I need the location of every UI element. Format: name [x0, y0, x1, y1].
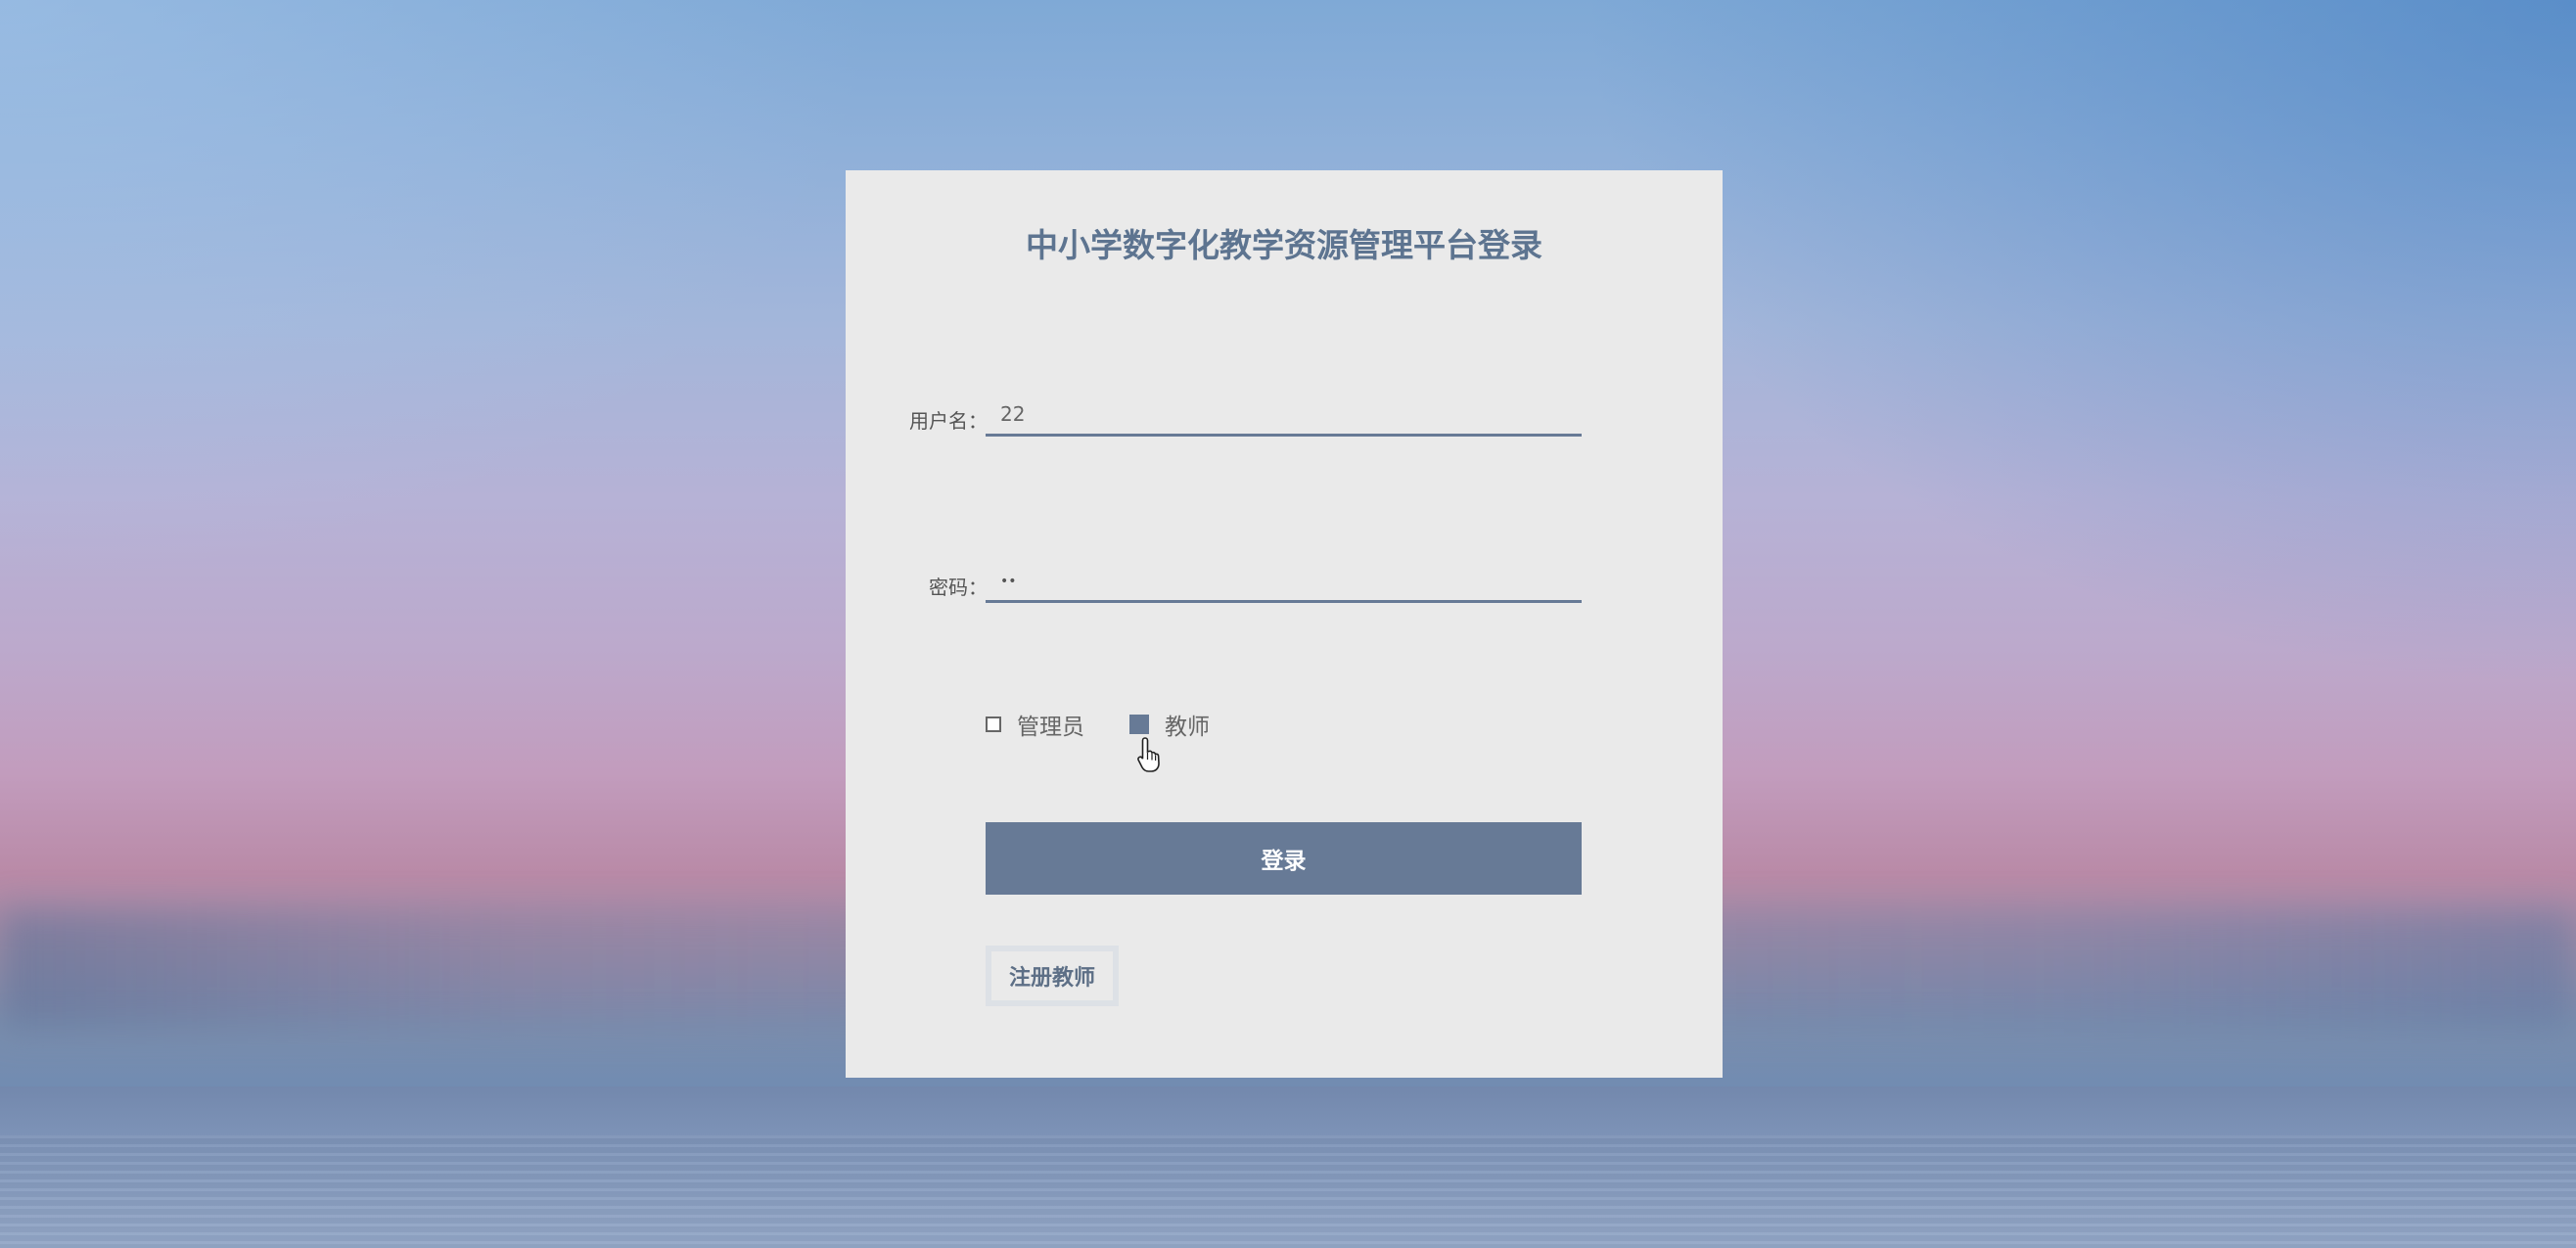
admin-checkbox[interactable] — [986, 716, 1001, 732]
page-title: 中小学数字化教学资源管理平台登录 — [1026, 226, 1542, 264]
register-teacher-button[interactable]: 注册教师 — [986, 946, 1119, 1006]
role-option-admin[interactable]: 管理员 — [986, 708, 1084, 741]
hand-pointer-icon — [1137, 737, 1160, 772]
password-input[interactable]: •• — [986, 560, 1582, 603]
login-button[interactable]: 登录 — [986, 822, 1582, 895]
role-selector: 管理员 教师 — [986, 709, 1255, 740]
background-sea-waves — [0, 1135, 2576, 1248]
login-panel: 中小学数字化教学资源管理平台登录 用户名： 密码： •• 管理员 教师 登录 注… — [846, 170, 1723, 1078]
teacher-checkbox[interactable] — [1129, 715, 1149, 734]
admin-label: 管理员 — [1017, 715, 1084, 740]
password-label: 密码： — [929, 576, 988, 599]
username-label: 用户名： — [909, 409, 988, 433]
teacher-label: 教师 — [1165, 715, 1210, 740]
username-input[interactable] — [986, 393, 1582, 437]
background-haze — [0, 0, 881, 587]
